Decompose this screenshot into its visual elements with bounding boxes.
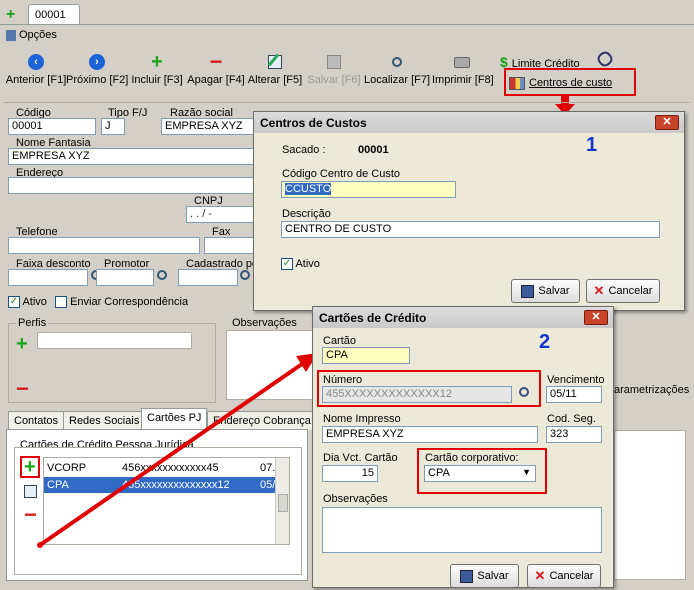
card-label: Cartão	[323, 335, 357, 347]
corporate-card-select[interactable]: CPA ▼	[424, 465, 536, 482]
credit-card-dialog-titlebar: Cartões de Crédito ✕	[313, 307, 613, 328]
floppy-icon	[460, 569, 474, 583]
cost-center-save-label: Salvar	[538, 285, 570, 297]
floppy-icon	[521, 284, 535, 298]
corporate-card-label: Cartão corporativo:	[425, 452, 519, 464]
cost-center-code-label: Código Centro de Custo	[282, 168, 401, 180]
description-field[interactable]: CENTRO DE CUSTO	[281, 221, 660, 238]
printed-name-label: Nome Impresso	[323, 413, 401, 425]
card-field[interactable]: CPA	[322, 347, 410, 364]
cost-center-cancel-label: Cancelar	[608, 285, 653, 297]
cancel-x-icon: ✕	[534, 568, 546, 583]
chevron-down-icon: ▼	[522, 467, 531, 477]
annotation-number-2: 2	[539, 331, 551, 353]
card-save-label: Salvar	[477, 570, 509, 582]
close-icon[interactable]: ✕	[655, 115, 679, 130]
printed-name-field[interactable]: EMPRESA XYZ	[322, 426, 538, 443]
card-cancel-button[interactable]: ✕ Cancelar	[527, 564, 601, 588]
security-code-field[interactable]: 323	[546, 426, 602, 443]
cost-centers-dialog-titlebar: Centros de Custos ✕	[254, 112, 684, 133]
corporate-card-value: CPA	[428, 467, 450, 479]
cost-centers-dialog: Centros de Custos ✕ Sacado : 00001 1 Cód…	[253, 111, 685, 311]
cost-center-save-button[interactable]: Salvar	[511, 279, 580, 303]
credit-card-dialog: Cartões de Crédito ✕ Cartão CPA 2 Número…	[312, 306, 614, 588]
annotation-box-number	[317, 370, 541, 407]
expiry-label: Vencimento	[547, 374, 605, 386]
payer-value: 00001	[358, 144, 389, 156]
payer-label: Sacado :	[282, 144, 326, 156]
credit-card-dialog-title: Cartões de Crédito	[319, 311, 427, 325]
card-observations-label: Observações	[323, 493, 388, 505]
close-icon[interactable]: ✕	[584, 310, 608, 325]
cost-centers-dialog-title: Centros de Custos	[260, 116, 367, 130]
annotation-number-1: 1	[586, 134, 598, 156]
due-day-field[interactable]: 15	[322, 465, 378, 482]
card-cancel-label: Cancelar	[549, 570, 594, 582]
cost-center-cancel-button[interactable]: ✕ Cancelar	[586, 279, 660, 303]
cost-center-code-value: CCUSTO	[285, 183, 332, 195]
cost-center-code-field[interactable]: CCUSTO	[281, 181, 456, 198]
expiry-field[interactable]: 05/11	[546, 386, 602, 403]
cancel-x-icon: ✕	[593, 283, 605, 298]
description-label: Descrição	[282, 208, 331, 220]
security-code-label: Cod. Seg.	[547, 413, 596, 425]
cost-center-active-checkbox[interactable]: ✓ Ativo	[281, 258, 320, 271]
card-observations-field[interactable]	[322, 507, 602, 553]
card-save-button[interactable]: Salvar	[450, 564, 519, 588]
cost-center-active-label: Ativo	[295, 258, 320, 270]
due-day-label: Dia Vct. Cartão	[323, 452, 398, 464]
